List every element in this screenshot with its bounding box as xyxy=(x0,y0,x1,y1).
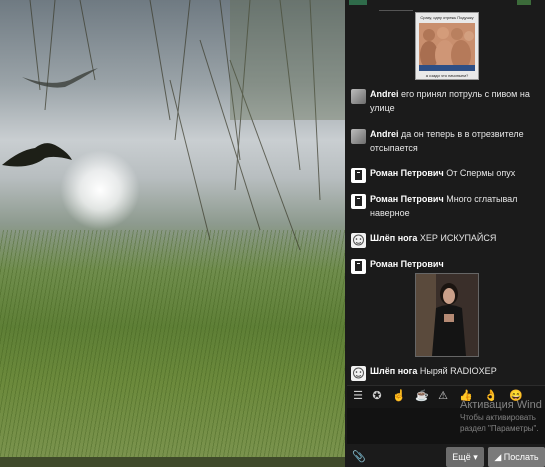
message-text: ХЕР ИСКУПАЙСЯ xyxy=(419,233,497,243)
message-text: Ныряй RADIOXEP xyxy=(419,366,497,376)
meme-caption-top: Сразу, одну отрежь Подушку xyxy=(420,15,474,20)
video-frame-grass xyxy=(0,230,345,467)
message-author[interactable]: Шлёп нога xyxy=(370,366,417,376)
chat-message: Шлёп нога ХЕР ИСКУПАЙСЯ xyxy=(351,231,543,248)
video-bottom-strip xyxy=(0,457,345,467)
meme-caption-bottom: а сзади что начиньем? xyxy=(425,73,469,78)
chat-message: Andrei его принял потруль с пивом на ули… xyxy=(351,87,543,115)
chat-message: Роман Петрович Много сглатывал наверное xyxy=(351,192,543,220)
avatar[interactable] xyxy=(351,194,366,209)
attach-icon[interactable]: 📎 xyxy=(352,450,366,463)
avatar[interactable] xyxy=(351,168,366,183)
more-button[interactable]: Ещё ▾ xyxy=(446,447,484,467)
chat-message: Роман Петрович От Спермы опух xyxy=(351,166,543,183)
photo-picture xyxy=(416,274,478,356)
top-badge xyxy=(349,0,367,5)
emoji-cup-icon[interactable]: ☕ xyxy=(415,390,429,403)
meme-picture xyxy=(419,23,475,71)
bird-shape xyxy=(2,143,72,167)
separator-line xyxy=(379,10,413,11)
watermark-line-2: Чтобы активировать xyxy=(460,413,536,422)
avatar[interactable] xyxy=(351,233,366,248)
emoji-hand-icon[interactable]: ☝ xyxy=(392,390,406,403)
chat-message: Шлёп нога Ныряй RADIOXEP xyxy=(351,364,543,381)
chat-image-photo[interactable] xyxy=(415,273,479,357)
message-author[interactable]: Шлёп нога xyxy=(370,233,417,243)
chat-image-meme[interactable]: Сразу, одну отрежь Подушку а сзади что н… xyxy=(415,12,479,80)
activation-watermark: Активация Wind Чтобы активировать раздел… xyxy=(460,398,545,434)
avatar[interactable] xyxy=(351,89,366,104)
emoji-sign-icon[interactable]: ⚠ xyxy=(437,390,449,403)
message-author[interactable]: Andrei xyxy=(370,89,399,99)
top-badge-2 xyxy=(517,0,531,5)
video-player[interactable] xyxy=(0,0,345,467)
chat-message: Роман Петрович xyxy=(351,257,543,274)
message-text: От Спермы опух xyxy=(446,168,516,178)
avatar[interactable] xyxy=(351,259,366,274)
watermark-line-1: Активация Wind xyxy=(460,399,542,411)
message-author[interactable]: Роман Петрович xyxy=(370,259,444,269)
chat-message: Andrei да он теперь в в отрезвителе отсы… xyxy=(351,127,543,155)
menu-icon[interactable]: ☰ xyxy=(352,390,364,403)
bird-shape-2 xyxy=(22,68,98,88)
emoji-ball-icon[interactable]: ✪ xyxy=(371,390,383,403)
avatar[interactable] xyxy=(351,129,366,144)
watermark-line-3: раздел "Параметры". xyxy=(460,424,539,433)
message-author[interactable]: Роман Петрович xyxy=(370,194,444,204)
message-author[interactable]: Andrei xyxy=(370,129,399,139)
avatar[interactable] xyxy=(351,366,366,381)
message-author[interactable]: Роман Петрович xyxy=(370,168,444,178)
send-button[interactable]: ◢ Послать xyxy=(488,447,545,467)
